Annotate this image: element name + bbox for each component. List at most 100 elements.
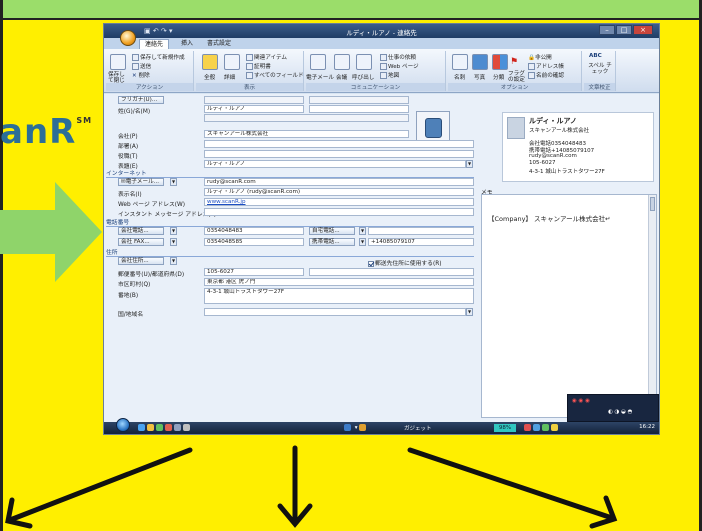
- folder-icon[interactable]: [147, 424, 154, 431]
- map-button[interactable]: 地図: [380, 71, 399, 79]
- outlook-task-icon[interactable]: [344, 424, 351, 431]
- web-page-button[interactable]: Web ページ: [380, 62, 419, 70]
- call-button[interactable]: 呼び出し: [352, 73, 374, 81]
- flag-icon[interactable]: ⚑: [510, 57, 518, 67]
- business-card-preview[interactable]: ルディ・ルアノ スキャンアール株式会社 会社電話0354048483 携帯電話+…: [502, 112, 654, 182]
- work-fax-field[interactable]: 0354048585: [204, 238, 304, 246]
- notes-field[interactable]: 【Company】 スキャンアール株式会社↵: [481, 194, 657, 418]
- business-card-button[interactable]: 名刺: [454, 73, 465, 81]
- company-field[interactable]: スキャンアール株式会社: [204, 130, 409, 138]
- web-page-field[interactable]: www.scanR.jp: [204, 198, 474, 206]
- general-button[interactable]: 全般: [204, 73, 215, 81]
- street-field[interactable]: 4-3-1 城山トラストタワー27F: [204, 288, 474, 304]
- maximize-button[interactable]: □: [616, 25, 632, 35]
- mobile-phone-dropdown[interactable]: ▼: [359, 238, 366, 246]
- file-as-dropdown[interactable]: ▼: [466, 160, 473, 168]
- certificates-button[interactable]: 証明書: [246, 62, 271, 70]
- email-dropdown[interactable]: ▼: [170, 178, 177, 186]
- furigana-last-field[interactable]: [204, 96, 304, 104]
- close-button[interactable]: ×: [633, 25, 653, 35]
- tab-insert[interactable]: 挿入: [176, 39, 198, 49]
- last-name-field[interactable]: ルディ・ルアノ: [204, 105, 304, 113]
- country-dropdown[interactable]: ▼: [466, 308, 473, 316]
- minimize-button[interactable]: –: [599, 25, 615, 35]
- categorize-button[interactable]: 分類: [493, 73, 504, 81]
- send-button[interactable]: 送信: [132, 62, 151, 70]
- app-icon[interactable]: [165, 424, 172, 431]
- meeting-button[interactable]: 会議: [336, 73, 347, 81]
- save-icon[interactable]: [110, 54, 126, 70]
- follow-up-button[interactable]: フラグの設定: [508, 71, 526, 83]
- check-names-button[interactable]: 名前の確認: [528, 71, 564, 79]
- mobile-phone-button[interactable]: 携帯電話...: [309, 238, 355, 246]
- app-icon[interactable]: [174, 424, 181, 431]
- email-field-button[interactable]: ✉電子メール...: [118, 178, 164, 186]
- app-icon[interactable]: [183, 424, 190, 431]
- delete-button[interactable]: ✕ 削除: [132, 71, 150, 79]
- file-as-field[interactable]: ルディ・ルアノ: [204, 160, 466, 168]
- address-dropdown[interactable]: ▼: [170, 257, 177, 265]
- start-button[interactable]: [116, 418, 130, 432]
- im-field[interactable]: [204, 208, 474, 216]
- save-new-button[interactable]: 保存して新規作成: [132, 53, 185, 61]
- work-phone-dropdown[interactable]: ▼: [170, 227, 177, 235]
- notes-scrollbar[interactable]: [648, 195, 656, 417]
- display-as-field[interactable]: ルディ・ルアノ (rudy@scanR.com): [204, 188, 474, 196]
- details-icon[interactable]: [224, 54, 240, 70]
- furigana-button[interactable]: フリガナ(U)...: [118, 96, 164, 104]
- business-card-icon[interactable]: [452, 54, 468, 70]
- middle-field[interactable]: [204, 114, 409, 122]
- all-fields-button[interactable]: すべてのフィールド: [246, 71, 304, 79]
- home-phone-field[interactable]: [368, 227, 474, 235]
- desktop-gadget[interactable]: ◉ ◉ ◉ ◐ ◑ ◒ ◓: [567, 394, 659, 422]
- battery-indicator[interactable]: 98%: [494, 424, 516, 432]
- home-phone-dropdown[interactable]: ▼: [359, 227, 366, 235]
- tray-icon[interactable]: [533, 424, 540, 431]
- department-field[interactable]: [204, 140, 474, 148]
- city-field[interactable]: 東京都 港区 虎ノ門: [204, 278, 474, 286]
- call-icon[interactable]: [356, 54, 372, 70]
- email-button[interactable]: 電子メール: [306, 73, 334, 81]
- assign-task-button[interactable]: 仕事の依頼: [380, 53, 416, 61]
- tray-icon[interactable]: [542, 424, 549, 431]
- country-field[interactable]: [204, 308, 466, 316]
- work-phone-button[interactable]: 会社電話...: [118, 227, 164, 235]
- home-phone-button[interactable]: 自宅電話...: [309, 227, 355, 235]
- spelling-icon[interactable]: ABC: [589, 53, 602, 59]
- tray-icon[interactable]: [524, 424, 531, 431]
- mailing-address-checkbox[interactable]: 郵送先住所に使用する(R): [368, 258, 442, 267]
- business-address-button[interactable]: 会社住所...: [118, 257, 164, 265]
- tab-contact[interactable]: 連絡先: [139, 39, 170, 49]
- categorize-icon[interactable]: [492, 54, 508, 70]
- picture-icon[interactable]: [472, 54, 488, 70]
- related-button[interactable]: 関連アイテム: [246, 53, 287, 61]
- tab-format[interactable]: 書式設定: [202, 39, 236, 49]
- task-icon[interactable]: [359, 424, 367, 431]
- right-arrow-icon: [0, 182, 102, 282]
- spelling-button[interactable]: スペル チェック: [587, 63, 613, 75]
- tray-icon[interactable]: [551, 424, 558, 431]
- clock[interactable]: 16:22: [639, 424, 655, 430]
- email-icon[interactable]: [310, 54, 326, 70]
- meeting-icon[interactable]: [334, 54, 350, 70]
- ie-icon[interactable]: [138, 424, 145, 431]
- office-button[interactable]: [120, 30, 136, 46]
- email-field[interactable]: rudy@scanR.com: [204, 178, 474, 186]
- private-button[interactable]: 🔒非公開: [528, 53, 552, 61]
- gadget-label[interactable]: ガジェット: [404, 424, 432, 432]
- address-book-button[interactable]: アドレス帳: [528, 62, 564, 70]
- mobile-phone-field[interactable]: +14085079107: [368, 238, 474, 246]
- first-name-field[interactable]: [309, 105, 409, 113]
- work-fax-button[interactable]: 会社 FAX...: [118, 238, 164, 246]
- scroll-thumb[interactable]: [650, 197, 655, 211]
- prefecture-field[interactable]: [309, 268, 474, 276]
- furigana-first-field[interactable]: [309, 96, 409, 104]
- job-title-field[interactable]: [204, 150, 474, 158]
- work-fax-dropdown[interactable]: ▼: [170, 238, 177, 246]
- picture-button[interactable]: 写真: [474, 73, 485, 81]
- general-icon[interactable]: [202, 54, 218, 70]
- zip-field[interactable]: 105-6027: [204, 268, 304, 276]
- details-button[interactable]: 詳細: [224, 73, 235, 81]
- media-icon[interactable]: [156, 424, 163, 431]
- work-phone-field[interactable]: 0354048483: [204, 227, 304, 235]
